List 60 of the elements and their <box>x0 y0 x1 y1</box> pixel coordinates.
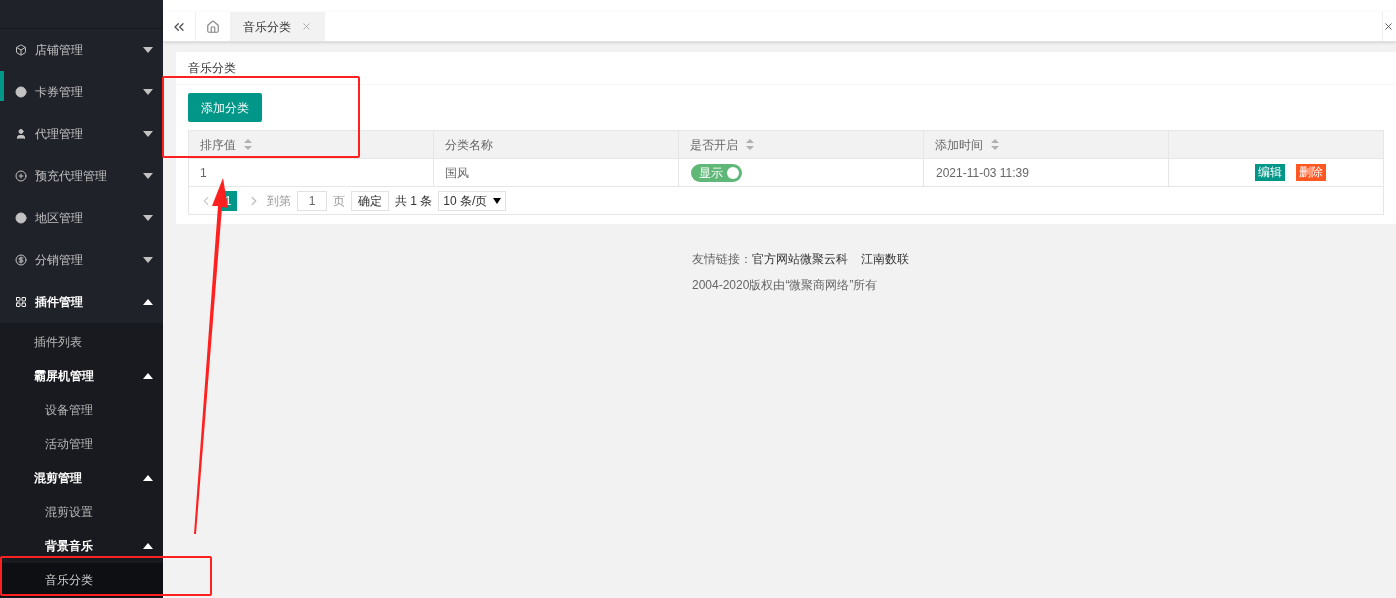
copyright-text: 2004-2020版权由“微聚商网络”所有 <box>692 277 879 294</box>
sidebar-item[interactable]: 插件管理 <box>0 281 163 323</box>
column-header: 分类名称 <box>434 131 679 158</box>
confirm-button[interactable]: 确定 <box>351 190 389 211</box>
sidebar-subitem[interactable]: 混剪管理 <box>0 461 163 495</box>
active-indicator <box>0 71 4 101</box>
card-title: 音乐分类 <box>176 52 1396 85</box>
sidebar-item[interactable]: 卡券管理 <box>0 71 163 113</box>
caret-icon <box>143 89 153 95</box>
links-label: 友情链接： <box>692 251 752 268</box>
total-count: 共 1 条 <box>395 192 433 210</box>
home-icon <box>206 19 220 34</box>
caret-icon <box>143 299 153 305</box>
switch-knob <box>727 166 739 179</box>
footer-link[interactable]: 官方网站微聚云科 <box>752 250 848 268</box>
sort-icon[interactable] <box>244 139 252 150</box>
plus-icon <box>15 170 27 182</box>
edit-button[interactable]: 编辑 <box>1255 164 1285 181</box>
user-icon <box>15 128 27 140</box>
sidebar-item[interactable]: 地区管理 <box>0 197 163 239</box>
caret-icon <box>143 173 153 179</box>
sidebar-item[interactable]: 店铺管理 <box>0 29 163 71</box>
dot-icon <box>15 86 27 98</box>
table-cell: 国风 <box>434 159 679 186</box>
sidebar-subitem[interactable]: 设备管理 <box>0 393 163 427</box>
close-icon <box>1383 21 1394 32</box>
page-input[interactable]: 1 <box>297 190 327 211</box>
caret-icon <box>143 543 153 549</box>
caret-icon <box>143 131 153 137</box>
page-tab[interactable]: 音乐分类 <box>230 12 325 41</box>
sidebar-item[interactable]: 代理管理 <box>0 113 163 155</box>
dollar-icon <box>15 254 27 266</box>
caret-icon <box>143 373 153 379</box>
close-icon[interactable] <box>301 21 312 32</box>
footer-link[interactable]: 江南数联 <box>861 250 909 268</box>
column-header[interactable]: 排序值 <box>189 131 434 158</box>
caret-icon <box>143 47 153 53</box>
caret-icon <box>143 215 153 221</box>
sidebar-subitem[interactable]: 插件列表 <box>0 325 163 359</box>
caret-icon <box>143 475 153 481</box>
page-unit: 页 <box>333 192 345 210</box>
sidebar-subitem[interactable]: 音乐分类 <box>0 563 163 597</box>
sidebar-subitem[interactable]: 活动管理 <box>0 427 163 461</box>
add-category-button[interactable]: 添加分类 <box>188 93 262 122</box>
sidebar-item[interactable]: 分销管理 <box>0 239 163 281</box>
column-header[interactable]: 是否开启 <box>679 131 924 158</box>
goto-label: 到第 <box>267 192 291 210</box>
sidebar-subitem[interactable]: 混剪设置 <box>0 495 163 529</box>
sidebar-subitem[interactable]: 背景音乐 <box>0 529 163 563</box>
caret-icon <box>143 257 153 263</box>
cube-icon <box>15 44 27 56</box>
table-cell: 2021-11-03 11:39 <box>924 159 1169 186</box>
page-size-select[interactable]: 10 条/页 <box>438 190 507 211</box>
caret-icon <box>493 197 502 204</box>
sidebar-subitem[interactable]: 霸屏机管理 <box>0 359 163 393</box>
column-header[interactable]: 添加时间 <box>924 131 1169 158</box>
sidebar-item[interactable]: 预充代理管理 <box>0 155 163 197</box>
apps-icon <box>15 296 27 308</box>
sort-icon[interactable] <box>746 139 754 150</box>
sort-icon[interactable] <box>991 139 999 150</box>
